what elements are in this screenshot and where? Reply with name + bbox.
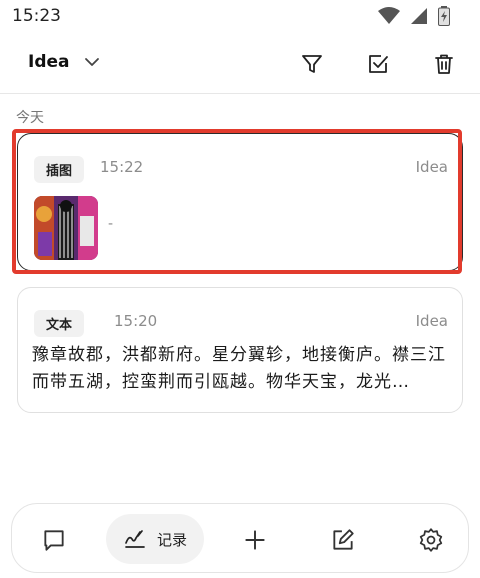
note-card-image[interactable]: 插图 15:22 Idea - (17, 133, 463, 271)
add-icon[interactable] (242, 527, 268, 553)
filter-icon[interactable] (300, 52, 324, 76)
note-time: 15:22 (100, 158, 144, 176)
top-actions (300, 52, 456, 76)
nav-record-tab[interactable]: 记录 (106, 514, 204, 564)
note-category: Idea (415, 312, 448, 330)
nav-record-label: 记录 (156, 530, 187, 549)
note-text-preview: 豫章故郡，洪都新府。星分翼轸，地接衡庐。襟三江而带五湖，控蛮荆而引瓯越。物华天宝… (32, 345, 446, 392)
wifi-icon (378, 7, 400, 24)
signature-icon (125, 530, 145, 548)
category-dropdown[interactable]: Idea (28, 52, 100, 72)
note-thumbnail-image[interactable] (34, 196, 98, 260)
status-time: 15:23 (12, 6, 61, 26)
settings-gear-icon[interactable] (418, 527, 444, 553)
note-type-tag: 插图 (34, 156, 85, 183)
header-divider (0, 93, 480, 94)
status-bar: 15:23 (0, 0, 480, 34)
note-category: Idea (415, 158, 448, 176)
battery-icon (438, 6, 450, 26)
edit-icon[interactable] (330, 527, 356, 553)
note-type-tag: 文本 (34, 310, 85, 337)
note-time: 15:20 (114, 312, 158, 330)
trash-icon[interactable] (432, 52, 456, 76)
note-card-text[interactable]: 文本 15:20 Idea 豫章故郡，洪都新府。星分翼轸，地接衡庐。襟三江而带五… (17, 287, 463, 413)
top-bar: Idea (0, 40, 480, 88)
signal-icon (411, 8, 427, 24)
note-caption: - (108, 216, 114, 232)
select-checkbox-icon[interactable] (366, 52, 390, 76)
chevron-down-icon (84, 58, 99, 66)
status-icons (378, 6, 450, 26)
dropdown-label: Idea (28, 52, 70, 72)
chat-icon[interactable] (41, 527, 67, 553)
section-label-today: 今天 (16, 110, 44, 126)
bottom-nav: 记录 (11, 503, 469, 573)
